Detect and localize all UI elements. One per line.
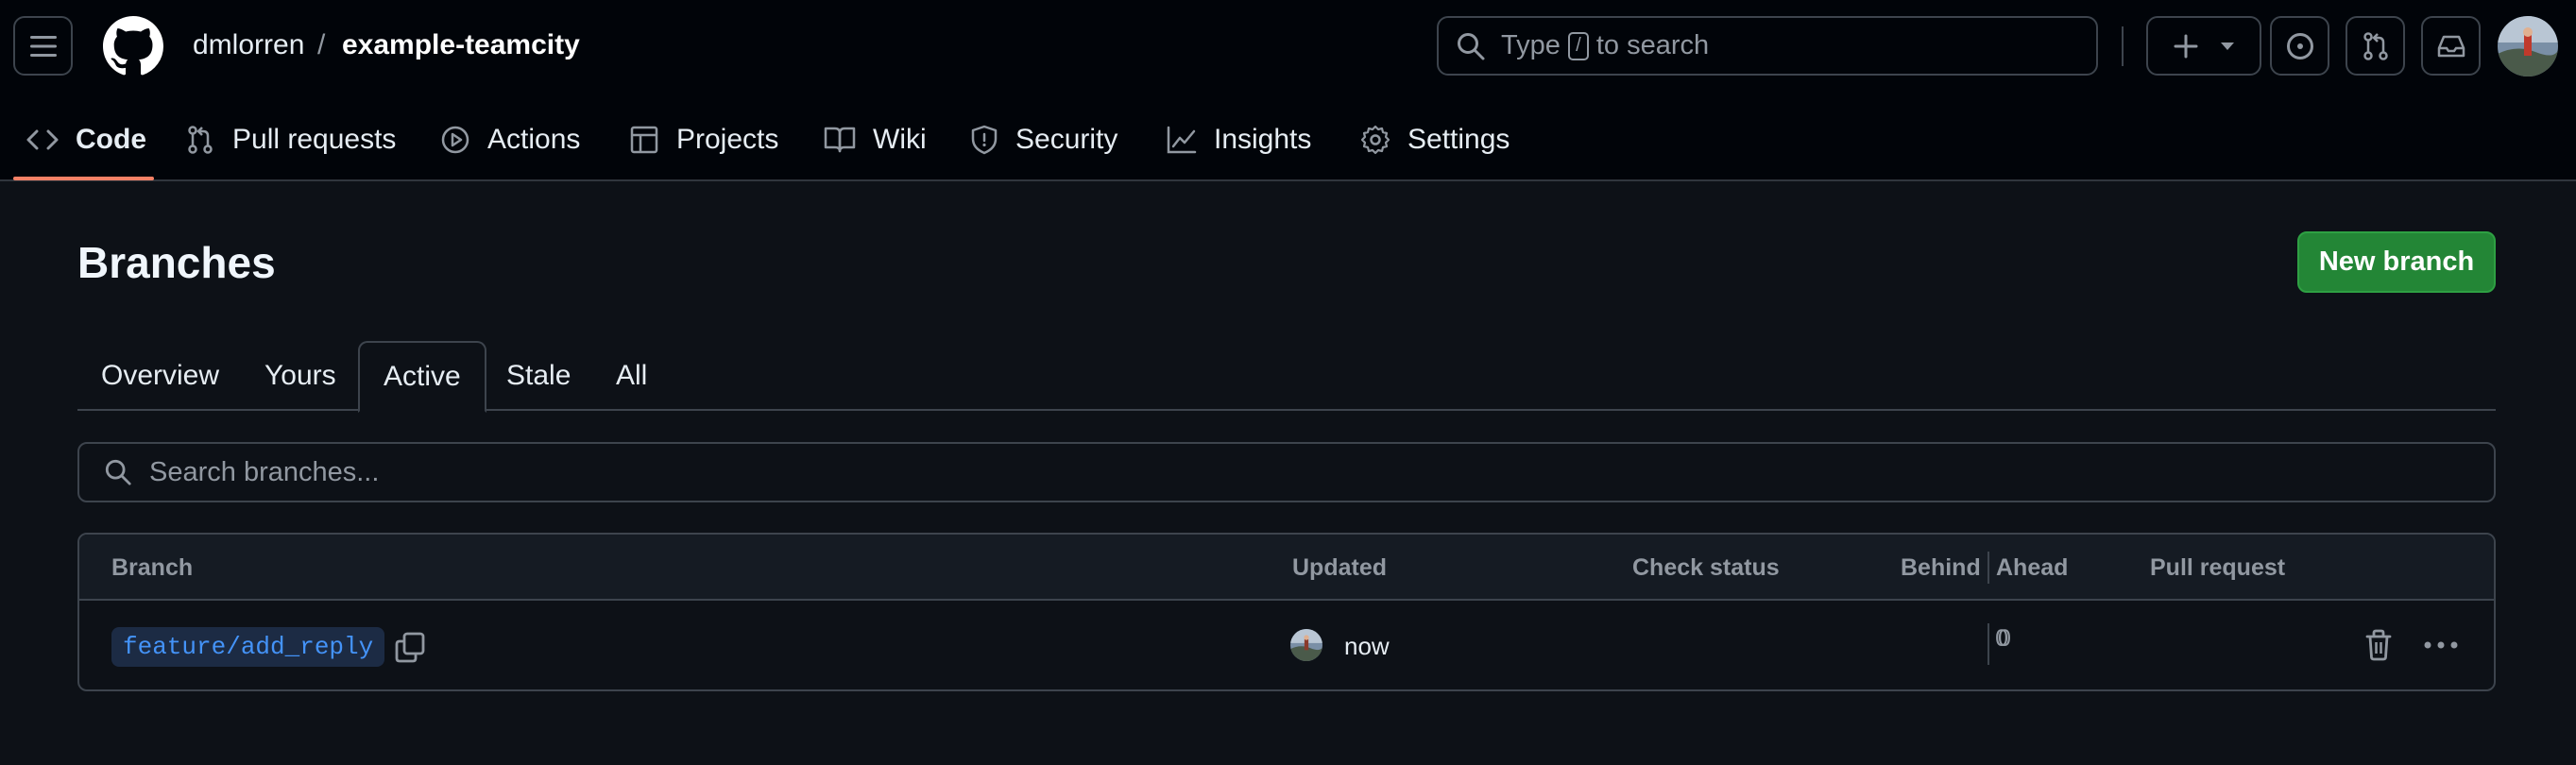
- tab-insights-label: Insights: [1214, 124, 1312, 155]
- tab-code-label: Code: [76, 124, 146, 155]
- top-header: dmlorren / example-teamcity Type / to se…: [0, 0, 2576, 181]
- branches-table: Branch Updated Check status Behind Ahead…: [77, 533, 2496, 691]
- inbox-button[interactable]: [2421, 16, 2481, 76]
- git-pull-request-icon: [188, 126, 213, 154]
- inbox-icon: [2437, 35, 2465, 57]
- tab-projects-label: Projects: [676, 124, 779, 155]
- gear-icon: [1360, 125, 1390, 155]
- tab-actions[interactable]: Actions: [440, 110, 580, 170]
- github-logo-icon[interactable]: [103, 16, 163, 76]
- triangle-down-icon: [2221, 42, 2234, 50]
- tab-overview[interactable]: Overview: [77, 341, 243, 411]
- column-check-status: Check status: [1632, 554, 1780, 581]
- tab-security[interactable]: Security: [970, 110, 1117, 170]
- column-updated: Updated: [1292, 554, 1387, 581]
- column-ahead: Ahead: [1996, 554, 2069, 581]
- tab-yours[interactable]: Yours: [241, 341, 360, 411]
- issue-icon: [2286, 32, 2313, 60]
- plus-icon: [2174, 34, 2198, 58]
- page-title: Branches: [77, 238, 276, 287]
- tab-actions-label: Actions: [487, 124, 581, 155]
- search-prefix: Type: [1501, 30, 1561, 60]
- copy-icon[interactable]: [393, 631, 427, 665]
- search-shortcut-key: /: [1567, 31, 1589, 60]
- tab-wiki[interactable]: Wiki: [824, 110, 927, 170]
- book-icon: [824, 127, 856, 153]
- user-avatar[interactable]: [2498, 16, 2558, 76]
- hamburger-icon: [29, 35, 57, 57]
- tab-code[interactable]: Code: [26, 110, 146, 170]
- new-branch-button[interactable]: New branch: [2297, 231, 2496, 293]
- tab-active[interactable]: Active: [358, 341, 486, 413]
- tab-security-label: Security: [1015, 124, 1118, 155]
- global-search-input[interactable]: Type / to search: [1437, 16, 2098, 76]
- tab-all[interactable]: All: [592, 341, 671, 411]
- tab-stale[interactable]: Stale: [483, 341, 594, 411]
- branch-search-input[interactable]: [149, 456, 2322, 488]
- behind-ahead-divider: [1987, 552, 1989, 584]
- behind-ahead-bar: [1987, 623, 1989, 665]
- column-pull-request: Pull request: [2150, 554, 2286, 581]
- table-header: Branch Updated Check status Behind Ahead…: [79, 535, 2494, 601]
- graph-icon: [1167, 126, 1197, 154]
- table-row: feature/add_reply now 0 0: [79, 601, 2494, 689]
- issues-button[interactable]: [2270, 16, 2329, 76]
- shield-icon: [971, 125, 998, 155]
- breadcrumb-separator: /: [317, 29, 326, 60]
- play-icon: [441, 126, 469, 154]
- tab-pull-requests-label: Pull requests: [232, 124, 397, 155]
- tab-pull-requests[interactable]: Pull requests: [185, 110, 396, 170]
- ahead-count: 0: [1998, 625, 2011, 652]
- search-icon: [1458, 32, 1485, 60]
- menu-button[interactable]: [13, 16, 73, 76]
- branch-filter-tabs: Overview Yours Active Stale All: [77, 341, 2496, 413]
- kebab-horizontal-icon[interactable]: [2422, 629, 2460, 661]
- trash-icon[interactable]: [2364, 629, 2393, 661]
- tab-wiki-label: Wiki: [873, 124, 927, 155]
- code-icon: [26, 129, 59, 150]
- active-tab-indicator: [13, 177, 154, 180]
- pull-request-icon: [2363, 31, 2388, 60]
- search-icon: [105, 459, 131, 485]
- tab-insights[interactable]: Insights: [1167, 110, 1311, 170]
- tab-projects[interactable]: Projects: [629, 110, 778, 170]
- branch-search-box[interactable]: [77, 442, 2496, 502]
- pull-requests-button[interactable]: [2346, 16, 2405, 76]
- column-behind: Behind: [1901, 554, 1981, 581]
- repo-name-link[interactable]: example-teamcity: [342, 26, 580, 64]
- avatar-image: [2498, 16, 2558, 76]
- create-new-button[interactable]: [2146, 16, 2261, 76]
- header-divider: [2122, 26, 2124, 66]
- repo-nav: Code Pull requests Actions Projects Wiki…: [0, 110, 2576, 181]
- avatar-image: [1290, 629, 1322, 661]
- updated-time: now: [1344, 632, 1390, 660]
- column-branch: Branch: [111, 554, 194, 581]
- tab-settings-label: Settings: [1407, 124, 1510, 155]
- table-icon: [630, 126, 658, 154]
- author-avatar[interactable]: [1290, 629, 1322, 661]
- search-suffix: to search: [1595, 30, 1710, 60]
- branch-name-link[interactable]: feature/add_reply: [111, 627, 385, 667]
- tab-settings[interactable]: Settings: [1360, 110, 1510, 170]
- repo-owner-link[interactable]: dmlorren: [193, 26, 304, 64]
